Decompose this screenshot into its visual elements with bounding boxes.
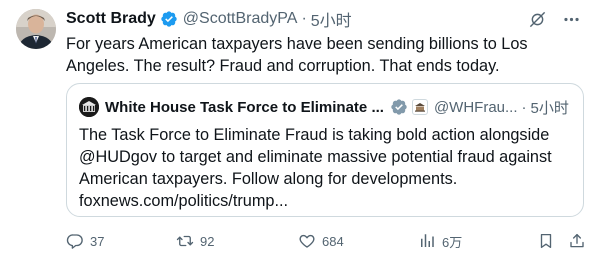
bookmark-icon bbox=[540, 233, 552, 249]
bookmark-button[interactable] bbox=[537, 232, 555, 250]
header-actions bbox=[527, 9, 581, 29]
quoted-author-name: White House Task Force to Eliminate ... bbox=[105, 98, 384, 116]
tweet-text: For years American taxpayers have been s… bbox=[66, 35, 528, 75]
retweet-icon bbox=[176, 235, 194, 247]
share-icon bbox=[570, 233, 584, 248]
reply-button[interactable]: 37 bbox=[66, 232, 104, 250]
like-button[interactable]: 684 bbox=[298, 232, 344, 250]
quoted-timestamp: 5小时 bbox=[530, 99, 569, 117]
author-avatar[interactable] bbox=[16, 9, 56, 49]
government-badge-icon bbox=[391, 99, 407, 115]
tweet-header: Scott Brady @ScottBradyPA · 5小时 bbox=[66, 8, 581, 30]
author-handle[interactable]: @ScottBradyPA bbox=[183, 10, 298, 28]
quoted-tweet-header: White House Task Force to Eliminate ... … bbox=[79, 96, 573, 118]
retweet-count: 92 bbox=[200, 233, 215, 249]
avatar-photo bbox=[16, 9, 56, 49]
heart-icon bbox=[299, 234, 315, 248]
like-count: 684 bbox=[322, 233, 344, 249]
verified-badge-icon bbox=[161, 11, 177, 27]
share-button[interactable] bbox=[568, 232, 586, 250]
author-name[interactable]: Scott Brady bbox=[66, 10, 156, 28]
reply-count: 37 bbox=[90, 233, 105, 249]
more-icon[interactable] bbox=[561, 9, 581, 29]
views-count: 6万 bbox=[442, 234, 463, 250]
quoted-author-avatar bbox=[79, 97, 99, 117]
quoted-tweet-card[interactable]: White House Task Force to Eliminate ... … bbox=[66, 83, 584, 217]
quoted-separator-dot: · bbox=[521, 98, 527, 116]
quoted-tweet-text: The Task Force to Eliminate Fraud is tak… bbox=[79, 126, 552, 210]
affiliation-badge-icon bbox=[411, 99, 428, 115]
views-button[interactable]: 6万 bbox=[418, 232, 462, 251]
separator-dot: · bbox=[301, 10, 307, 27]
views-icon bbox=[421, 234, 434, 247]
grok-icon[interactable] bbox=[527, 9, 547, 29]
retweet-button[interactable]: 92 bbox=[176, 232, 214, 250]
reply-icon bbox=[66, 234, 83, 249]
quoted-author-handle: @WHFrau... bbox=[433, 98, 518, 116]
timestamp[interactable]: 5小时 bbox=[311, 7, 352, 31]
tweet-actions-bar: 37 92 684 6万 bbox=[66, 230, 586, 252]
